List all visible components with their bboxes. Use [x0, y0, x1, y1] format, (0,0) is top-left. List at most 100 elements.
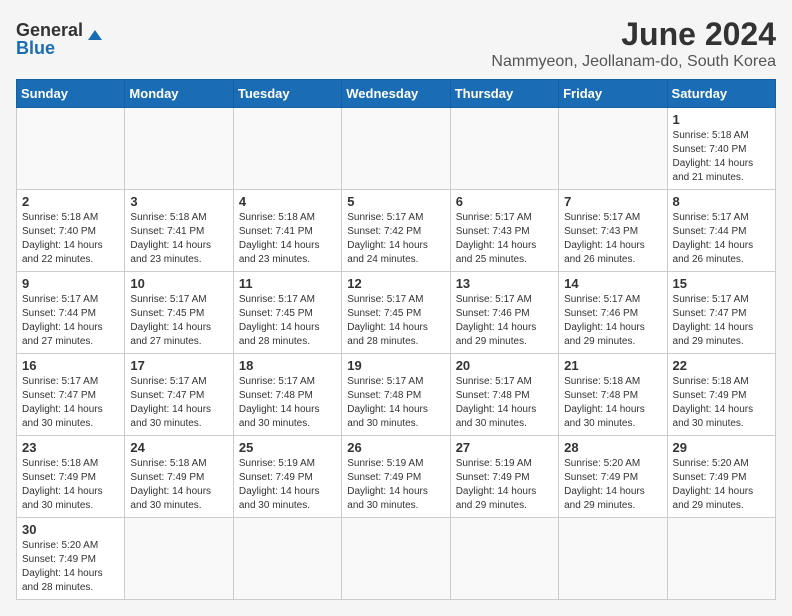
calendar-week-row: 1 Sunrise: 5:18 AM Sunset: 7:40 PM Daylig…: [17, 108, 776, 190]
day-number: 3: [130, 194, 227, 209]
day-info: Sunrise: 5:20 AM Sunset: 7:49 PM Dayligh…: [673, 457, 770, 513]
day-number: 26: [347, 440, 444, 455]
calendar-cell: 16 Sunrise: 5:17 AM Sunset: 7:47 PM Dayli…: [17, 354, 125, 436]
day-info: Sunrise: 5:18 AM Sunset: 7:49 PM Dayligh…: [673, 375, 770, 431]
month-title: June 2024: [491, 16, 776, 53]
day-info: Sunrise: 5:18 AM Sunset: 7:40 PM Dayligh…: [22, 211, 119, 267]
day-info: Sunrise: 5:18 AM Sunset: 7:41 PM Dayligh…: [130, 211, 227, 267]
calendar-cell: [125, 108, 233, 190]
day-info: Sunrise: 5:17 AM Sunset: 7:42 PM Dayligh…: [347, 211, 444, 267]
calendar-cell: 26 Sunrise: 5:19 AM Sunset: 7:49 PM Dayli…: [342, 436, 450, 518]
weekday-header-wednesday: Wednesday: [342, 80, 450, 108]
day-number: 28: [564, 440, 661, 455]
day-info: Sunrise: 5:17 AM Sunset: 7:48 PM Dayligh…: [456, 375, 553, 431]
calendar-cell: 15 Sunrise: 5:17 AM Sunset: 7:47 PM Dayli…: [667, 272, 775, 354]
day-info: Sunrise: 5:17 AM Sunset: 7:47 PM Dayligh…: [130, 375, 227, 431]
calendar-cell: 8 Sunrise: 5:17 AM Sunset: 7:44 PM Daylig…: [667, 190, 775, 272]
calendar-cell: 14 Sunrise: 5:17 AM Sunset: 7:46 PM Dayli…: [559, 272, 667, 354]
day-info: Sunrise: 5:17 AM Sunset: 7:47 PM Dayligh…: [673, 293, 770, 349]
calendar-cell: 1 Sunrise: 5:18 AM Sunset: 7:40 PM Daylig…: [667, 108, 775, 190]
calendar-cell: [667, 518, 775, 600]
svg-text:General: General: [16, 20, 83, 40]
day-number: 11: [239, 276, 336, 291]
calendar-cell: 20Sunrise: 5:17 AM Sunset: 7:48 PM Dayli…: [450, 354, 558, 436]
logo: General Blue: [16, 16, 106, 60]
calendar-cell: 18Sunrise: 5:17 AM Sunset: 7:48 PM Dayli…: [233, 354, 341, 436]
day-number: 29: [673, 440, 770, 455]
calendar-cell: 29 Sunrise: 5:20 AM Sunset: 7:49 PM Dayli…: [667, 436, 775, 518]
weekday-header-monday: Monday: [125, 80, 233, 108]
day-number: 1: [673, 112, 770, 127]
day-number: 8: [673, 194, 770, 209]
svg-text:Blue: Blue: [16, 38, 55, 58]
day-info: Sunrise: 5:17 AM Sunset: 7:43 PM Dayligh…: [456, 211, 553, 267]
day-number: 24: [130, 440, 227, 455]
day-number: 6: [456, 194, 553, 209]
day-number: 16: [22, 358, 119, 373]
calendar-cell: 17 Sunrise: 5:17 AM Sunset: 7:47 PM Dayli…: [125, 354, 233, 436]
day-number: 5: [347, 194, 444, 209]
day-number: 2: [22, 194, 119, 209]
calendar-cell: 22 Sunrise: 5:18 AM Sunset: 7:49 PM Dayli…: [667, 354, 775, 436]
day-info: Sunrise: 5:17 AM Sunset: 7:46 PM Dayligh…: [456, 293, 553, 349]
day-info: Sunrise: 5:17 AM Sunset: 7:45 PM Dayligh…: [239, 293, 336, 349]
calendar-cell: [559, 108, 667, 190]
day-info: Sunrise: 5:18 AM Sunset: 7:49 PM Dayligh…: [22, 457, 119, 513]
day-info: Sunrise: 5:18 AM Sunset: 7:40 PM Dayligh…: [673, 129, 770, 185]
weekday-header-tuesday: Tuesday: [233, 80, 341, 108]
day-number: 19: [347, 358, 444, 373]
calendar-cell: 23Sunrise: 5:18 AM Sunset: 7:49 PM Dayli…: [17, 436, 125, 518]
calendar-cell: [17, 108, 125, 190]
calendar-cell: [450, 518, 558, 600]
day-info: Sunrise: 5:17 AM Sunset: 7:45 PM Dayligh…: [130, 293, 227, 349]
calendar-week-row: 9Sunrise: 5:17 AM Sunset: 7:44 PM Daylig…: [17, 272, 776, 354]
calendar-week-row: 2 Sunrise: 5:18 AM Sunset: 7:40 PM Daylig…: [17, 190, 776, 272]
page-header: General Blue June 2024 Nammyeon, Jeollan…: [16, 16, 776, 71]
calendar-cell: 3 Sunrise: 5:18 AM Sunset: 7:41 PM Daylig…: [125, 190, 233, 272]
calendar-cell: 28 Sunrise: 5:20 AM Sunset: 7:49 PM Dayli…: [559, 436, 667, 518]
day-info: Sunrise: 5:17 AM Sunset: 7:46 PM Dayligh…: [564, 293, 661, 349]
calendar-cell: 21 Sunrise: 5:18 AM Sunset: 7:48 PM Dayli…: [559, 354, 667, 436]
weekday-header-friday: Friday: [559, 80, 667, 108]
calendar-cell: [450, 108, 558, 190]
day-info: Sunrise: 5:18 AM Sunset: 7:49 PM Dayligh…: [130, 457, 227, 513]
day-info: Sunrise: 5:17 AM Sunset: 7:45 PM Dayligh…: [347, 293, 444, 349]
calendar-cell: 30 Sunrise: 5:20 AM Sunset: 7:49 PM Dayli…: [17, 518, 125, 600]
calendar-week-row: 30 Sunrise: 5:20 AM Sunset: 7:49 PM Dayli…: [17, 518, 776, 600]
day-number: 12: [347, 276, 444, 291]
day-info: Sunrise: 5:17 AM Sunset: 7:44 PM Dayligh…: [22, 293, 119, 349]
day-info: Sunrise: 5:19 AM Sunset: 7:49 PM Dayligh…: [347, 457, 444, 513]
day-info: Sunrise: 5:17 AM Sunset: 7:44 PM Dayligh…: [673, 211, 770, 267]
day-number: 25: [239, 440, 336, 455]
day-info: Sunrise: 5:17 AM Sunset: 7:47 PM Dayligh…: [22, 375, 119, 431]
weekday-header-row: SundayMondayTuesdayWednesdayThursdayFrid…: [17, 80, 776, 108]
day-info: Sunrise: 5:20 AM Sunset: 7:49 PM Dayligh…: [564, 457, 661, 513]
day-number: 15: [673, 276, 770, 291]
calendar-cell: 4Sunrise: 5:18 AM Sunset: 7:41 PM Daylig…: [233, 190, 341, 272]
calendar-cell: [559, 518, 667, 600]
day-number: 17: [130, 358, 227, 373]
day-number: 30: [22, 522, 119, 537]
day-number: 14: [564, 276, 661, 291]
calendar-cell: [233, 518, 341, 600]
day-number: 10: [130, 276, 227, 291]
day-number: 4: [239, 194, 336, 209]
calendar-cell: 6 Sunrise: 5:17 AM Sunset: 7:43 PM Daylig…: [450, 190, 558, 272]
calendar-cell: [125, 518, 233, 600]
day-info: Sunrise: 5:20 AM Sunset: 7:49 PM Dayligh…: [22, 539, 119, 595]
weekday-header-sunday: Sunday: [17, 80, 125, 108]
calendar-cell: [342, 108, 450, 190]
calendar-cell: 27Sunrise: 5:19 AM Sunset: 7:49 PM Dayli…: [450, 436, 558, 518]
day-info: Sunrise: 5:17 AM Sunset: 7:48 PM Dayligh…: [239, 375, 336, 431]
calendar-cell: [233, 108, 341, 190]
day-number: 21: [564, 358, 661, 373]
calendar-cell: [342, 518, 450, 600]
calendar-cell: 24 Sunrise: 5:18 AM Sunset: 7:49 PM Dayli…: [125, 436, 233, 518]
day-info: Sunrise: 5:18 AM Sunset: 7:48 PM Dayligh…: [564, 375, 661, 431]
day-info: Sunrise: 5:19 AM Sunset: 7:49 PM Dayligh…: [239, 457, 336, 513]
calendar-cell: 11 Sunrise: 5:17 AM Sunset: 7:45 PM Dayli…: [233, 272, 341, 354]
day-info: Sunrise: 5:17 AM Sunset: 7:48 PM Dayligh…: [347, 375, 444, 431]
day-number: 22: [673, 358, 770, 373]
calendar-cell: 2 Sunrise: 5:18 AM Sunset: 7:40 PM Daylig…: [17, 190, 125, 272]
calendar-cell: 9Sunrise: 5:17 AM Sunset: 7:44 PM Daylig…: [17, 272, 125, 354]
